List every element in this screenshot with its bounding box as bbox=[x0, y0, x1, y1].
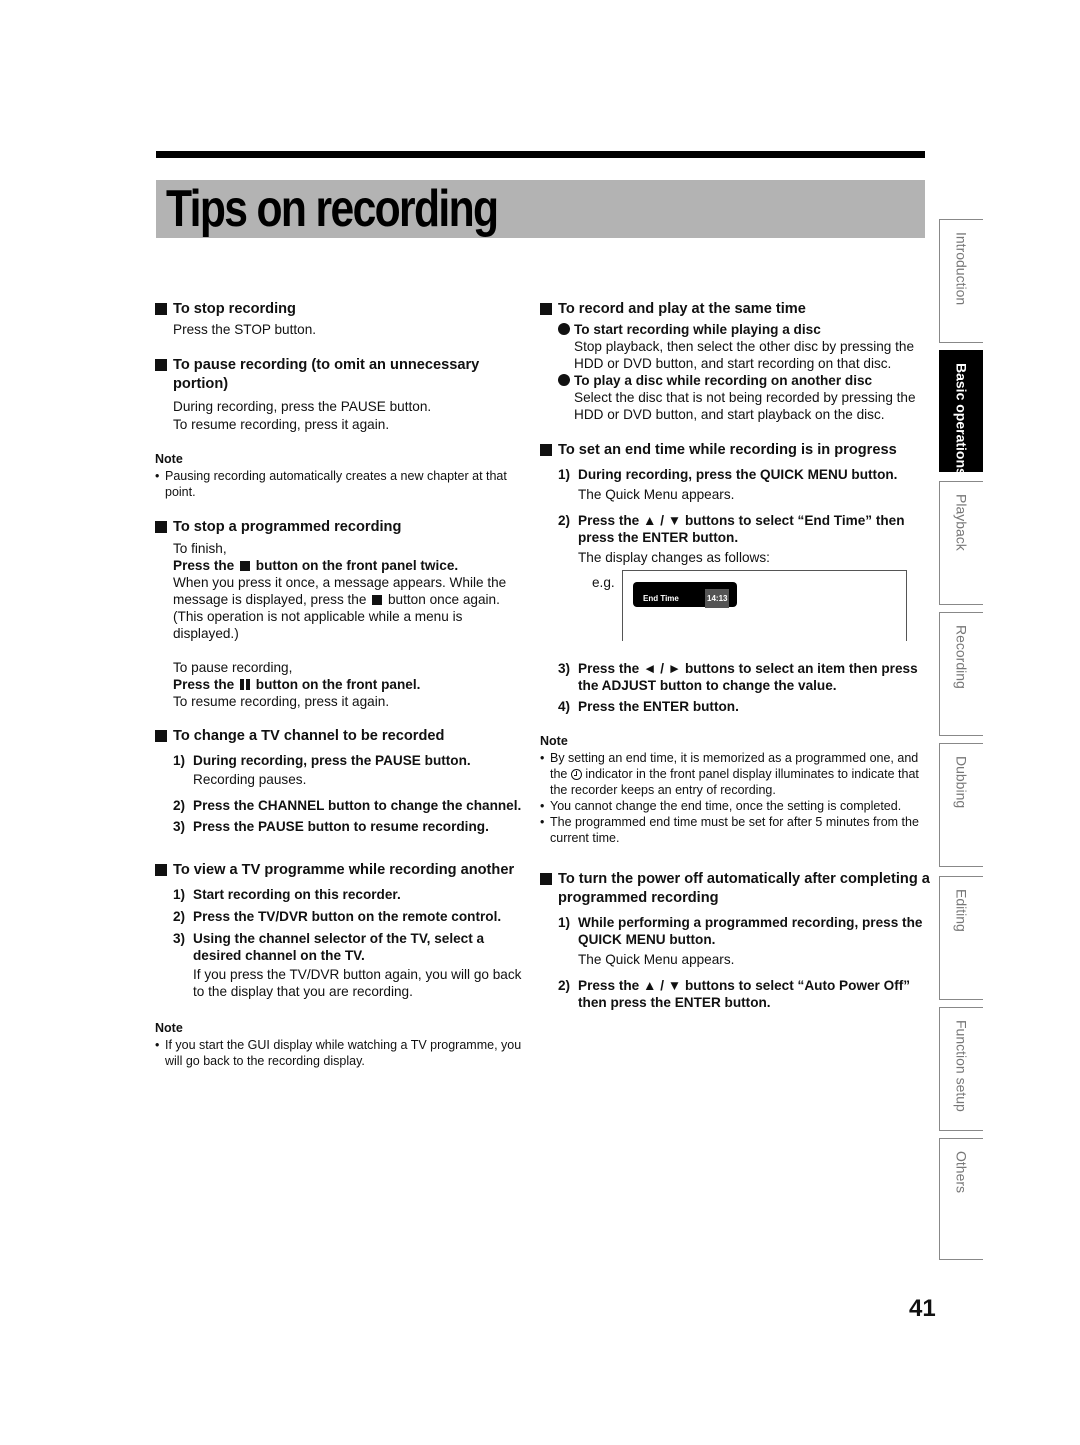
square-bullet-icon bbox=[155, 730, 167, 742]
step-item: 2) Press the ▲ / ▼ buttons to select “End… bbox=[558, 513, 905, 545]
circle-bullet-icon bbox=[558, 323, 570, 335]
body-text: To pause recording, bbox=[173, 660, 293, 675]
section-change-channel: To change a TV channel to be recorded 1)… bbox=[155, 727, 530, 835]
body-text: To resume recording, press it again. bbox=[173, 417, 390, 432]
stop-icon bbox=[372, 595, 383, 605]
step-item: 1) During recording, press the QUICK MENU… bbox=[558, 467, 898, 482]
step-result: The Quick Menu appears. bbox=[578, 952, 735, 967]
step-item: 2) Press the CHANNEL button to change the… bbox=[173, 798, 522, 813]
tv-screen-illustration: End Time 14:13 bbox=[622, 570, 907, 641]
step-item: 3) Using the channel selector of the TV, … bbox=[173, 931, 485, 963]
body-text: During recording, press the PAUSE button… bbox=[173, 399, 432, 414]
end-time-osd: End Time 14:13 bbox=[633, 582, 737, 608]
step-item: 1) Start recording on this recorder. bbox=[173, 887, 401, 902]
title-bar: Tips on recording bbox=[156, 180, 925, 238]
note-end-time: Note • By setting an end time, it is memo… bbox=[540, 733, 930, 846]
section-heading: To pause recording (to omit an unnecessa… bbox=[173, 357, 480, 392]
section-end-time: To set an end time while recording is in… bbox=[540, 441, 930, 566]
section-record-play: To record and play at the same time To s… bbox=[540, 300, 930, 423]
section-heading: To view a TV programme while recording a… bbox=[173, 862, 515, 878]
square-bullet-icon bbox=[155, 303, 167, 315]
section-heading: To set an end time while recording is in… bbox=[558, 442, 897, 458]
square-bullet-icon bbox=[540, 303, 552, 315]
step-item: 3) Press the PAUSE button to resume recor… bbox=[173, 819, 489, 834]
step-result: If you press the TV/DVR button again, yo… bbox=[193, 967, 522, 999]
section-heading: To turn the power off automatically afte… bbox=[558, 871, 930, 906]
body-text: Select the disc that is not being record… bbox=[574, 390, 916, 422]
square-bullet-icon bbox=[540, 444, 552, 456]
circle-bullet-icon bbox=[558, 374, 570, 386]
page-number: 41 bbox=[909, 1295, 936, 1322]
step-result: Recording pauses. bbox=[193, 772, 307, 787]
step-result: The Quick Menu appears. bbox=[578, 487, 735, 502]
section-pause-recording: To pause recording (to omit an unnecessa… bbox=[155, 356, 530, 433]
body-text: To resume recording, press it again. bbox=[173, 694, 390, 709]
step-item: 3) Press the ◄ / ► buttons to select an i… bbox=[558, 661, 918, 693]
pause-icon bbox=[240, 679, 250, 690]
tab-editing[interactable]: Editing bbox=[939, 876, 983, 1000]
step-item: 2) Press the ▲ / ▼ buttons to select “Aut… bbox=[558, 978, 911, 1010]
section-auto-power: To turn the power off automatically afte… bbox=[540, 870, 930, 1011]
example-label: e.g. bbox=[592, 575, 615, 590]
section-stop-programmed: To stop a programmed recording To finish… bbox=[155, 518, 530, 710]
square-bullet-icon bbox=[155, 521, 167, 533]
section-heading: To change a TV channel to be recorded bbox=[173, 728, 445, 744]
sub-item: To start recording while playing a disc … bbox=[558, 321, 930, 372]
note-item: • If you start the GUI display while watc… bbox=[155, 1038, 522, 1068]
note-pause: Note • Pausing recording automatically cr… bbox=[155, 451, 530, 500]
section-heading: To stop recording bbox=[173, 301, 296, 317]
instruction-text: Press the button on the front panel. bbox=[173, 677, 421, 692]
step-item: 2) Press the TV/DVR button on the remote … bbox=[173, 909, 502, 924]
tab-introduction[interactable]: Introduction bbox=[939, 219, 983, 343]
sub-item: To play a disc while recording on anothe… bbox=[558, 372, 930, 423]
example-display: e.g. End Time 14:13 bbox=[540, 570, 930, 644]
body-text: Stop playback, then select the other dis… bbox=[574, 339, 915, 371]
body-text: Press the STOP button. bbox=[173, 322, 317, 337]
page-title: Tips on recording bbox=[166, 180, 499, 238]
step-item: 1) While performing a programmed recordin… bbox=[558, 915, 923, 947]
header-rule bbox=[156, 151, 925, 158]
left-column: To stop recording Press the STOP button.… bbox=[155, 300, 530, 1069]
square-bullet-icon bbox=[540, 873, 552, 885]
osd-value: 14:13 bbox=[705, 589, 730, 608]
step-item: 4) Press the ENTER button. bbox=[558, 699, 739, 714]
osd-label: End Time bbox=[643, 594, 679, 603]
note-label: Note bbox=[155, 452, 183, 466]
section-heading: To record and play at the same time bbox=[558, 301, 806, 317]
body-text: (This operation is not applicable while … bbox=[173, 609, 463, 641]
tab-basic-operations[interactable]: Basic operations bbox=[939, 350, 983, 476]
note-view-tv: Note • If you start the GUI display while… bbox=[155, 1020, 530, 1069]
right-column: To record and play at the same time To s… bbox=[540, 300, 930, 1011]
tab-others[interactable]: Others bbox=[939, 1138, 983, 1260]
tab-dubbing[interactable]: Dubbing bbox=[939, 743, 983, 867]
timer-clock-icon bbox=[570, 769, 582, 780]
note-item: • You cannot change the end time, once th… bbox=[540, 799, 902, 813]
square-bullet-icon bbox=[155, 864, 167, 876]
stop-icon bbox=[240, 561, 250, 571]
section-heading: To stop a programmed recording bbox=[173, 519, 402, 535]
tab-recording[interactable]: Recording bbox=[939, 612, 983, 736]
tab-function-setup[interactable]: Function setup bbox=[939, 1007, 983, 1131]
note-label: Note bbox=[155, 1021, 183, 1035]
note-item: • Pausing recording automatically creates… bbox=[155, 469, 507, 499]
section-stop-recording: To stop recording Press the STOP button. bbox=[155, 300, 530, 338]
tab-playback[interactable]: Playback bbox=[939, 481, 983, 605]
body-text: To finish, bbox=[173, 541, 227, 556]
square-bullet-icon bbox=[155, 359, 167, 371]
note-label: Note bbox=[540, 734, 568, 748]
instruction-text: Press the button on the front panel twic… bbox=[173, 558, 459, 573]
step-result: The display changes as follows: bbox=[578, 550, 770, 565]
note-item: • By setting an end time, it is memorized… bbox=[540, 751, 919, 797]
note-item: • The programmed end time must be set for… bbox=[540, 815, 919, 845]
step-item: 1) During recording, press the PAUSE butt… bbox=[173, 753, 471, 768]
section-view-tv: To view a TV programme while recording a… bbox=[155, 861, 530, 1000]
body-text: When you press it once, a message appear… bbox=[173, 575, 507, 607]
